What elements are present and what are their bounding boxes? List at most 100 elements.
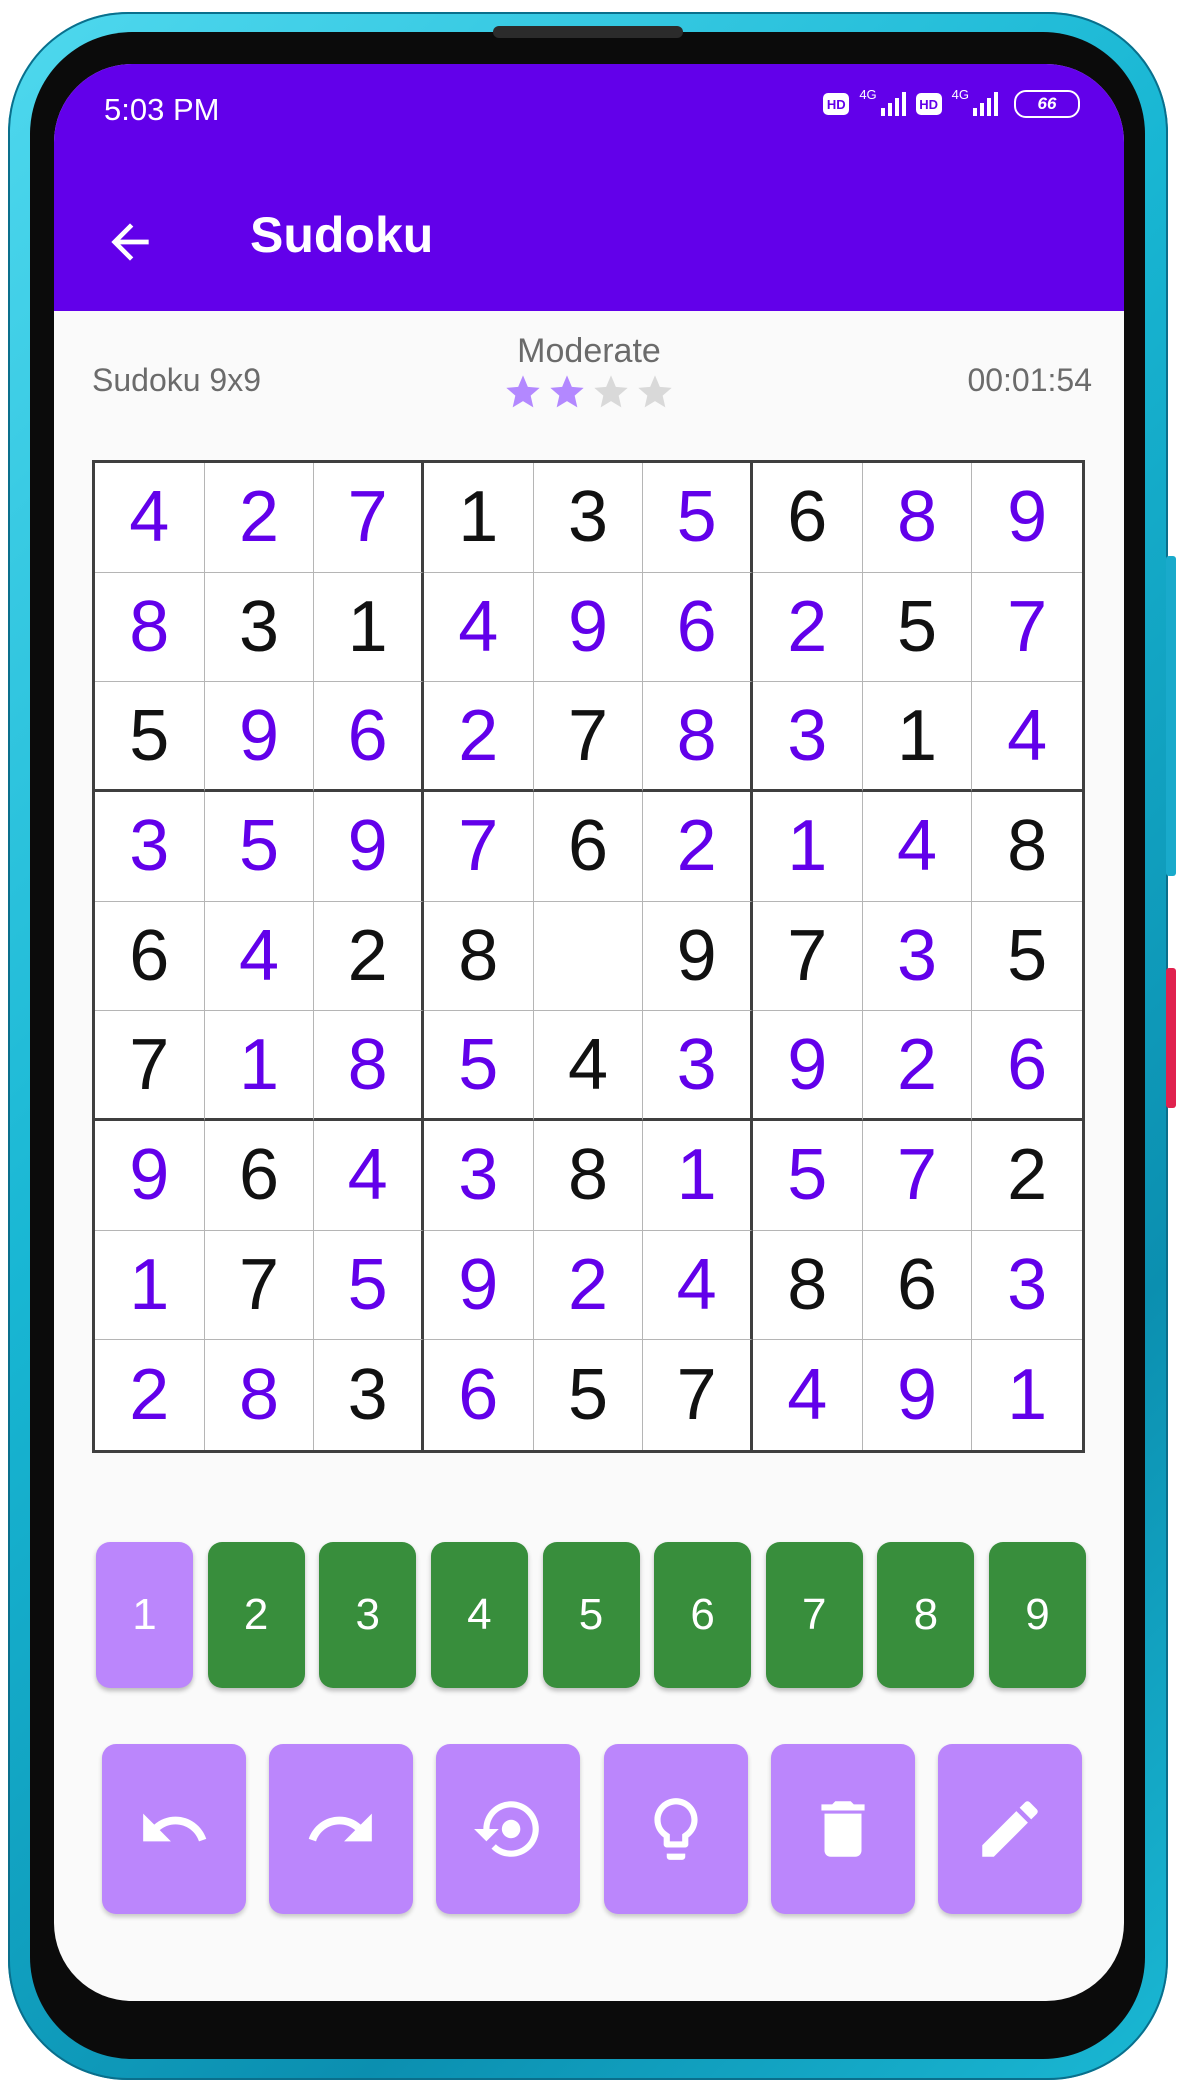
board-cell[interactable]: 3 xyxy=(423,1120,534,1231)
board-cell[interactable]: 8 xyxy=(752,1230,863,1341)
board-cell[interactable]: 3 xyxy=(752,682,863,792)
board-cell[interactable]: 9 xyxy=(533,572,644,683)
board-cell[interactable]: 6 xyxy=(862,1230,973,1341)
board-cell[interactable]: 4 xyxy=(533,1011,644,1121)
number-key-9[interactable]: 9 xyxy=(989,1542,1086,1688)
board-cell[interactable]: 3 xyxy=(533,463,644,573)
board-cell[interactable]: 5 xyxy=(423,1011,534,1121)
board-cell[interactable]: 2 xyxy=(972,1121,1082,1231)
board-cell[interactable]: 8 xyxy=(423,901,534,1012)
number-key-3[interactable]: 3 xyxy=(319,1542,417,1688)
number-key-2[interactable]: 2 xyxy=(207,1542,305,1688)
board-cell[interactable]: 2 xyxy=(752,572,863,683)
board-cell[interactable]: 9 xyxy=(863,1340,973,1450)
board-cell[interactable]: 9 xyxy=(204,682,315,792)
board-cell[interactable]: 9 xyxy=(752,1011,863,1121)
board-cell[interactable]: 5 xyxy=(534,1340,644,1450)
board-cell[interactable]: 3 xyxy=(643,1011,753,1121)
board-cell[interactable]: 8 xyxy=(643,682,753,792)
board-cell[interactable]: 4 xyxy=(95,463,205,573)
board-cell[interactable]: 2 xyxy=(643,791,753,902)
network-type-label: 4G xyxy=(859,86,877,102)
board-cell[interactable]: 2 xyxy=(862,1011,973,1121)
board-cell[interactable]: 5 xyxy=(972,902,1082,1012)
board-cell[interactable]: 8 xyxy=(314,1011,424,1121)
board-cell[interactable]: 3 xyxy=(204,572,315,683)
board-cell[interactable]: 1 xyxy=(972,1340,1082,1450)
board-cell[interactable]: 9 xyxy=(423,1230,534,1341)
number-key-8[interactable]: 8 xyxy=(877,1542,975,1688)
board-cell[interactable]: 2 xyxy=(314,901,424,1012)
board-cell[interactable]: 4 xyxy=(643,1230,753,1341)
board-cell[interactable]: 7 xyxy=(643,1340,753,1450)
board-cell[interactable]: 4 xyxy=(972,682,1082,792)
board-cell[interactable]: 9 xyxy=(972,463,1082,573)
board-cell[interactable]: 7 xyxy=(533,682,644,792)
board-cell[interactable]: 5 xyxy=(204,791,315,902)
number-key-5[interactable]: 5 xyxy=(542,1542,640,1688)
board-cell[interactable]: 9 xyxy=(643,901,753,1012)
board-cell[interactable]: 7 xyxy=(204,1230,315,1341)
board-cell[interactable]: 3 xyxy=(972,1231,1082,1341)
board-cell[interactable]: 1 xyxy=(643,1120,753,1231)
board-cell[interactable]: 4 xyxy=(423,572,534,683)
board-cell[interactable]: 2 xyxy=(423,682,534,792)
board-cell[interactable]: 5 xyxy=(643,463,753,573)
board-cell[interactable]: 8 xyxy=(205,1340,315,1450)
board-cell[interactable]: 5 xyxy=(95,682,205,792)
board-cell[interactable]: 1 xyxy=(423,463,534,573)
board-cell[interactable]: 3 xyxy=(314,1340,424,1450)
board-cell[interactable]: 8 xyxy=(972,792,1082,902)
board-cell[interactable]: 7 xyxy=(752,901,863,1012)
redo-button[interactable] xyxy=(269,1744,414,1914)
number-key-7[interactable]: 7 xyxy=(765,1542,863,1688)
hint-button[interactable] xyxy=(603,1744,748,1914)
board-cell[interactable]: 6 xyxy=(972,1011,1082,1121)
board-cell[interactable]: 6 xyxy=(314,682,424,792)
back-button[interactable] xyxy=(102,214,158,270)
board-cell[interactable]: 6 xyxy=(643,572,753,683)
board-cell[interactable]: 2 xyxy=(533,1230,644,1341)
number-key-6[interactable]: 6 xyxy=(654,1542,752,1688)
board-cell[interactable]: 8 xyxy=(862,463,973,573)
board-cell[interactable]: 5 xyxy=(314,1230,424,1341)
board-cell[interactable]: 4 xyxy=(753,1340,863,1450)
board-cell[interactable]: 7 xyxy=(314,463,424,573)
restart-button[interactable] xyxy=(436,1744,581,1914)
board-cell[interactable]: 2 xyxy=(95,1340,205,1450)
board-cell[interactable]: 8 xyxy=(533,1120,644,1231)
board-cell[interactable]: 9 xyxy=(314,791,424,902)
board-cell[interactable]: 2 xyxy=(204,463,315,573)
board-cell[interactable]: 8 xyxy=(95,572,205,683)
star-empty-icon xyxy=(638,375,672,408)
board-cell[interactable]: 6 xyxy=(424,1340,534,1450)
board-cell[interactable]: 4 xyxy=(314,1120,424,1231)
number-key-1[interactable]: 1 xyxy=(96,1542,193,1688)
board-cell[interactable]: 6 xyxy=(752,463,863,573)
board-cell[interactable]: 6 xyxy=(204,1120,315,1231)
board-cell[interactable]: 1 xyxy=(314,572,424,683)
board-cell[interactable]: 6 xyxy=(95,901,205,1012)
board-cell[interactable]: 1 xyxy=(752,791,863,902)
pencil-button[interactable] xyxy=(937,1744,1082,1914)
star-filled-icon xyxy=(506,375,540,408)
board-cell[interactable]: 1 xyxy=(95,1230,205,1341)
board-cell[interactable]: 1 xyxy=(862,682,973,792)
undo-button[interactable] xyxy=(102,1744,246,1914)
board-cell[interactable]: 5 xyxy=(862,572,973,683)
erase-button[interactable] xyxy=(770,1744,915,1914)
board-cell[interactable]: 4 xyxy=(862,791,973,902)
board-cell[interactable]: 7 xyxy=(972,573,1082,683)
board-cell[interactable]: 3 xyxy=(862,901,973,1012)
board-cell[interactable] xyxy=(533,901,644,1012)
board-cell[interactable]: 6 xyxy=(533,791,644,902)
board-cell[interactable]: 4 xyxy=(204,901,315,1012)
board-cell[interactable]: 7 xyxy=(423,791,534,902)
board-cell[interactable]: 9 xyxy=(95,1120,205,1231)
number-key-4[interactable]: 4 xyxy=(430,1542,528,1688)
board-cell[interactable]: 5 xyxy=(752,1120,863,1231)
board-cell[interactable]: 7 xyxy=(862,1120,973,1231)
board-cell[interactable]: 7 xyxy=(95,1011,205,1121)
board-cell[interactable]: 3 xyxy=(95,791,205,902)
board-cell[interactable]: 1 xyxy=(204,1011,315,1121)
